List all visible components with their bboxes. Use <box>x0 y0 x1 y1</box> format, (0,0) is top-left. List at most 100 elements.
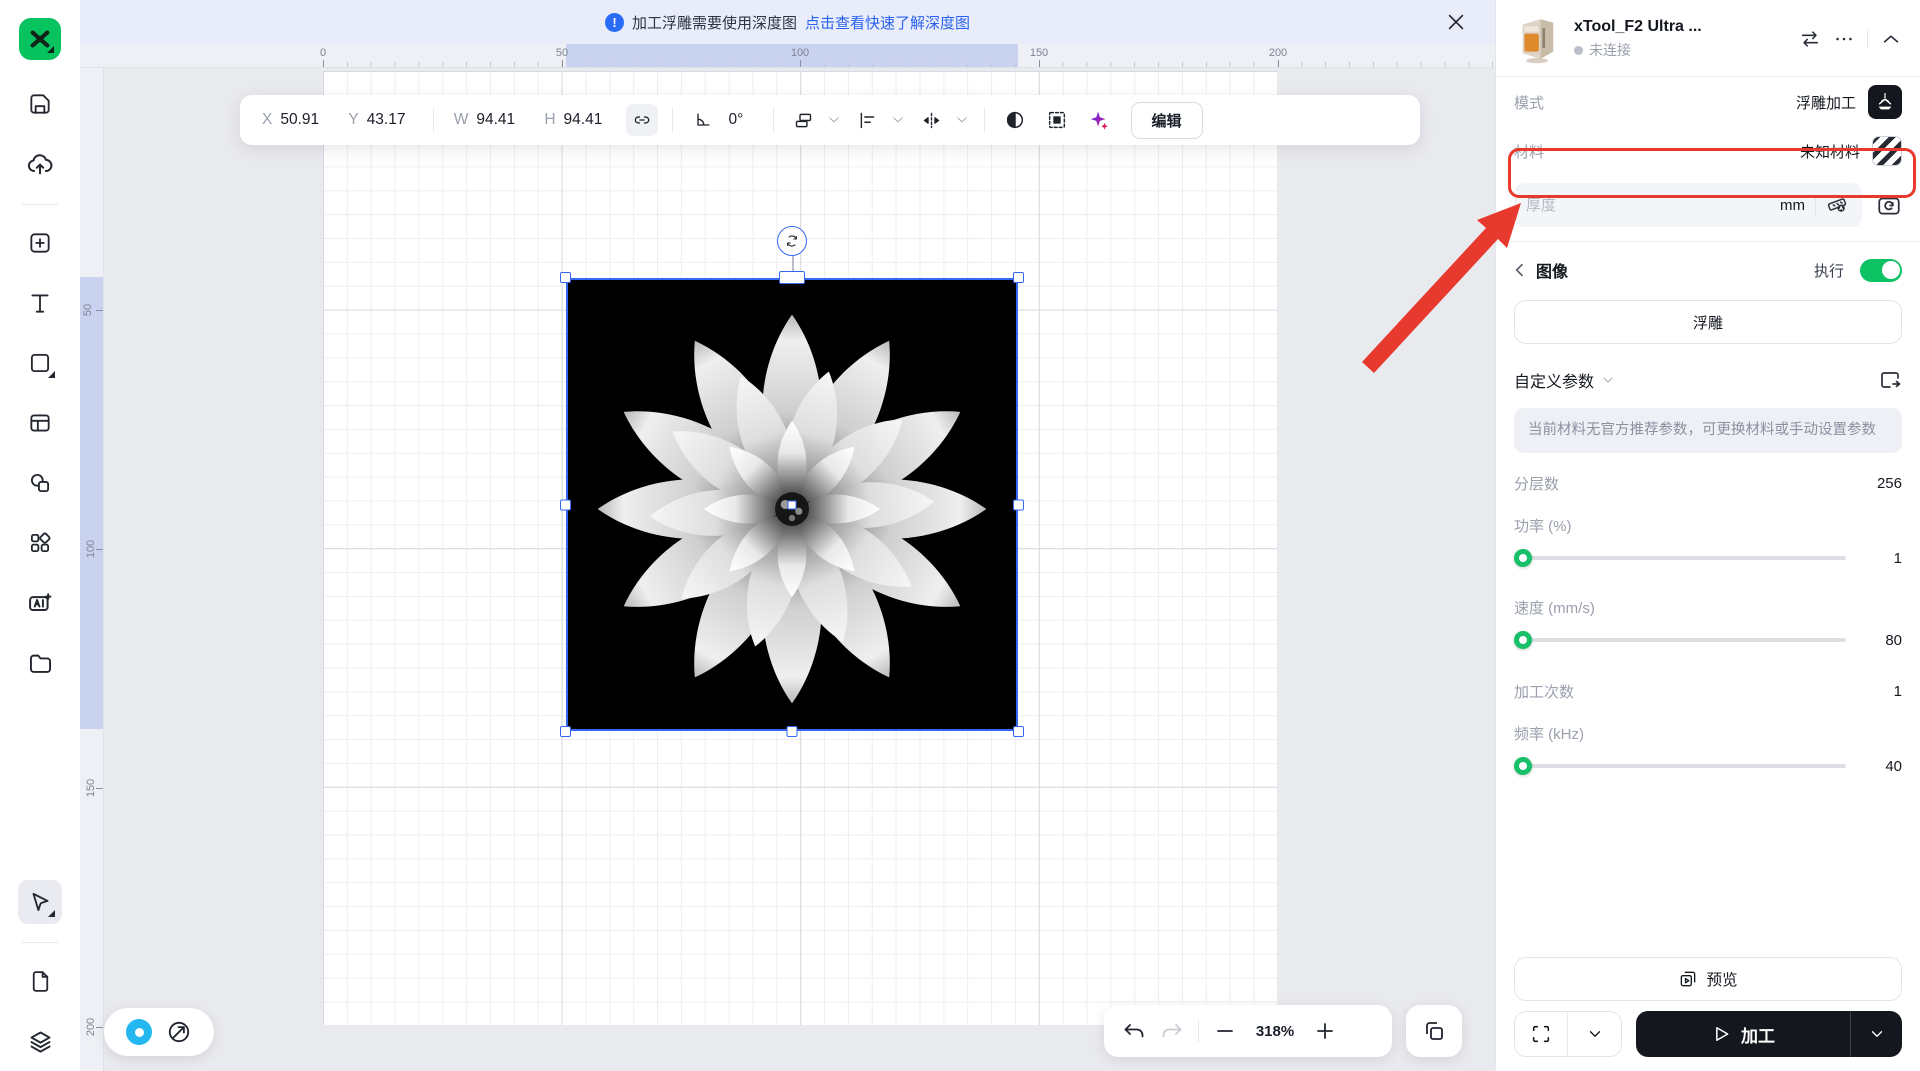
status-text: 未连接 <box>1589 40 1631 60</box>
frame-button[interactable] <box>1514 1011 1622 1057</box>
duplicate-button[interactable] <box>1406 1005 1462 1057</box>
resize-handle-ne[interactable] <box>1013 272 1024 283</box>
undo-button[interactable] <box>1122 1019 1146 1043</box>
x-position-field[interactable]: X 50.91 <box>256 111 332 129</box>
frame-icon-area[interactable] <box>1515 1012 1568 1056</box>
select-tool-button[interactable] <box>18 880 62 924</box>
cloud-upload-button[interactable] <box>18 142 62 186</box>
width-field[interactable]: W 94.41 <box>448 111 529 129</box>
add-element-button[interactable] <box>18 221 62 265</box>
frequency-value[interactable]: 40 <box>1862 758 1902 775</box>
angle-value[interactable]: 0° <box>729 111 759 129</box>
apps-button[interactable] <box>18 521 62 565</box>
w-value[interactable]: 94.41 <box>476 111 522 129</box>
arrange-order-button[interactable] <box>788 104 820 136</box>
frequency-slider[interactable] <box>1514 757 1846 775</box>
resize-handle-s[interactable] <box>787 726 798 737</box>
shape-tool-button[interactable] <box>18 341 62 385</box>
chevron-down-icon <box>954 112 970 128</box>
process-dropdown[interactable] <box>1850 1011 1902 1057</box>
align-dropdown[interactable] <box>890 112 906 128</box>
zoom-level[interactable]: 318% <box>1251 1023 1299 1040</box>
process-type-button[interactable]: 浮雕 <box>1514 300 1902 344</box>
resize-handle-w[interactable] <box>560 499 571 510</box>
rotate-angle-button[interactable] <box>687 104 719 136</box>
device-header[interactable]: xTool_F2 Ultra ... 未连接 <box>1496 0 1920 76</box>
x-value[interactable]: 50.91 <box>280 111 326 129</box>
flip-button[interactable] <box>916 104 948 136</box>
zoom-out-button[interactable] <box>1213 1019 1237 1043</box>
param-value[interactable]: 256 <box>1877 475 1902 492</box>
param-label: 功率 (%) <box>1514 515 1902 536</box>
thickness-input[interactable] <box>1526 197 1770 214</box>
edit-button[interactable]: 编辑 <box>1131 102 1203 139</box>
canvas-area[interactable]: ! 加工浮雕需要使用深度图 点击查看快速了解深度图 0 50 100 150 2… <box>80 0 1495 1071</box>
banner-link[interactable]: 点击查看快速了解深度图 <box>805 12 970 33</box>
ai-enhance-button[interactable] <box>1083 104 1115 136</box>
layout-tool-button[interactable] <box>18 401 62 445</box>
folder-icon <box>27 650 54 677</box>
rotate-handle[interactable] <box>777 226 807 256</box>
resize-handle-n[interactable] <box>779 271 805 284</box>
toggle-knob <box>1882 261 1900 279</box>
trace-bitmap-button[interactable] <box>1041 104 1073 136</box>
text-tool-button[interactable] <box>18 281 62 325</box>
height-field[interactable]: H 94.41 <box>538 111 615 129</box>
slider-knob[interactable] <box>1514 631 1532 649</box>
ai-tools-button[interactable] <box>18 581 62 625</box>
h-label: H <box>544 111 555 129</box>
resize-handle-sw[interactable] <box>560 726 571 737</box>
document-button[interactable] <box>18 959 62 1003</box>
power-value[interactable]: 1 <box>1862 550 1902 567</box>
h-value[interactable]: 94.41 <box>564 111 610 129</box>
execute-toggle[interactable] <box>1860 259 1902 282</box>
passes-value[interactable]: 1 <box>1894 683 1902 700</box>
invert-contrast-button[interactable] <box>999 104 1031 136</box>
flip-dropdown[interactable] <box>954 112 970 128</box>
move-to-position-button[interactable] <box>166 1019 192 1045</box>
power-slider[interactable] <box>1514 549 1846 567</box>
center-anchor[interactable] <box>788 500 797 509</box>
frame-dropdown[interactable] <box>1568 1012 1621 1056</box>
zoom-in-button[interactable] <box>1313 1019 1337 1043</box>
laser-position-button[interactable] <box>126 1019 152 1045</box>
back-button[interactable] <box>1510 260 1530 280</box>
align-button[interactable] <box>852 104 884 136</box>
lock-aspect-ratio-button[interactable] <box>626 104 658 136</box>
preview-button[interactable]: 预览 <box>1514 957 1902 1001</box>
array-tool-button[interactable] <box>18 461 62 505</box>
speed-slider[interactable] <box>1514 631 1846 649</box>
process-button[interactable]: 加工 <box>1636 1011 1902 1057</box>
y-value[interactable]: 43.17 <box>367 111 413 129</box>
resize-handle-nw[interactable] <box>560 272 571 283</box>
layers-button[interactable] <box>18 1019 62 1063</box>
speed-value[interactable]: 80 <box>1862 632 1902 649</box>
resize-handle-e[interactable] <box>1013 499 1024 510</box>
redo-button[interactable] <box>1160 1019 1184 1043</box>
process-main[interactable]: 加工 <box>1636 1011 1850 1057</box>
save-button[interactable] <box>18 82 62 126</box>
canvas-image-flower[interactable] <box>566 278 1018 731</box>
thickness-field[interactable]: mm <box>1514 183 1862 227</box>
app-window: ! 加工浮雕需要使用深度图 点击查看快速了解深度图 0 50 100 150 2… <box>0 0 1920 1071</box>
arrange-dropdown[interactable] <box>826 112 842 128</box>
auto-measure-button[interactable] <box>1826 193 1850 217</box>
close-banner-button[interactable] <box>1445 11 1467 33</box>
camera-measure-button[interactable] <box>1876 192 1902 218</box>
projects-folder-button[interactable] <box>18 641 62 685</box>
mode-engrave-icon[interactable] <box>1868 85 1902 119</box>
slider-knob[interactable] <box>1514 549 1532 567</box>
material-swatch[interactable] <box>1872 136 1902 166</box>
switch-device-button[interactable] <box>1799 28 1821 50</box>
resize-handle-se[interactable] <box>1013 726 1024 737</box>
y-position-field[interactable]: Y 43.17 <box>342 111 418 129</box>
export-params-button[interactable] <box>1878 368 1902 392</box>
xtool-logo[interactable] <box>19 18 61 60</box>
custom-params-label: 自定义参数 <box>1514 368 1594 392</box>
more-options-button[interactable] <box>1833 28 1855 50</box>
slider-knob[interactable] <box>1514 757 1532 775</box>
collapse-panel-button[interactable] <box>1880 28 1902 50</box>
material-row[interactable]: 材料 未知材料 <box>1496 127 1920 175</box>
custom-params-dropdown[interactable] <box>1600 372 1616 388</box>
mode-row[interactable]: 模式 浮雕加工 <box>1496 77 1920 127</box>
